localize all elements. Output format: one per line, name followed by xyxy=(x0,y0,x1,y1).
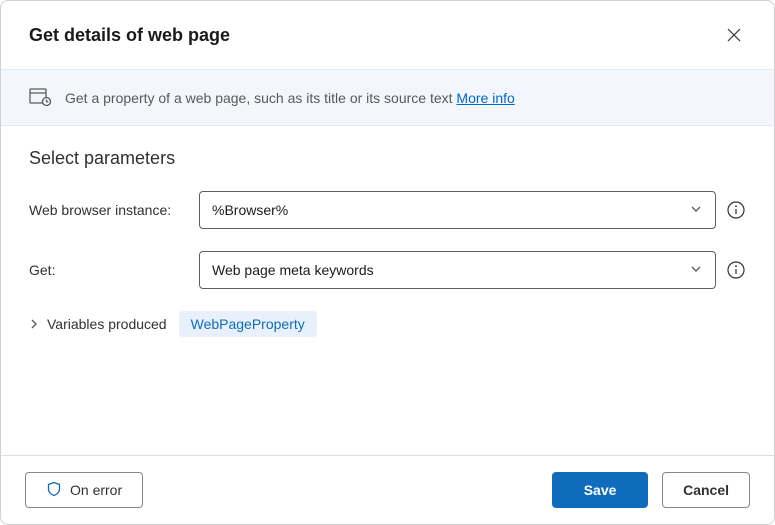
info-banner: Get a property of a web page, such as it… xyxy=(1,69,774,126)
close-button[interactable] xyxy=(718,19,750,51)
shield-icon xyxy=(46,481,62,500)
banner-text: Get a property of a web page, such as it… xyxy=(65,90,515,106)
web-details-icon xyxy=(29,86,51,109)
row-get: Get: Web page meta keywords xyxy=(29,251,746,289)
cancel-button[interactable]: Cancel xyxy=(662,472,750,508)
banner-text-content: Get a property of a web page, such as it… xyxy=(65,90,456,106)
footer-actions: Save Cancel xyxy=(552,472,750,508)
dropdown-browser-value: %Browser% xyxy=(212,202,288,218)
dialog: Get details of web page Get a property o… xyxy=(0,0,775,525)
row-browser-instance: Web browser instance: %Browser% xyxy=(29,191,746,229)
section-title: Select parameters xyxy=(29,148,746,169)
on-error-label: On error xyxy=(70,482,122,498)
variable-chip-webpageproperty[interactable]: WebPageProperty xyxy=(179,311,317,337)
dropdown-browser-instance[interactable]: %Browser% xyxy=(199,191,716,229)
variables-produced-expander[interactable]: Variables produced xyxy=(29,316,167,332)
chevron-right-icon xyxy=(29,316,39,332)
close-icon xyxy=(727,28,741,42)
more-info-link[interactable]: More info xyxy=(456,90,514,106)
label-get: Get: xyxy=(29,262,189,278)
dialog-footer: On error Save Cancel xyxy=(1,455,774,524)
dropdown-get-value: Web page meta keywords xyxy=(212,262,374,278)
row-variables-produced: Variables produced WebPageProperty xyxy=(29,311,746,337)
chevron-down-icon xyxy=(689,202,703,219)
dropdown-get[interactable]: Web page meta keywords xyxy=(199,251,716,289)
dialog-content: Select parameters Web browser instance: … xyxy=(1,126,774,455)
dialog-header: Get details of web page xyxy=(1,1,774,69)
chevron-down-icon xyxy=(689,262,703,279)
info-icon-get[interactable] xyxy=(726,260,746,280)
on-error-button[interactable]: On error xyxy=(25,472,143,508)
dialog-title: Get details of web page xyxy=(29,25,230,46)
label-browser-instance: Web browser instance: xyxy=(29,202,189,218)
info-icon-browser[interactable] xyxy=(726,200,746,220)
save-button[interactable]: Save xyxy=(552,472,648,508)
variables-produced-label: Variables produced xyxy=(47,316,167,332)
